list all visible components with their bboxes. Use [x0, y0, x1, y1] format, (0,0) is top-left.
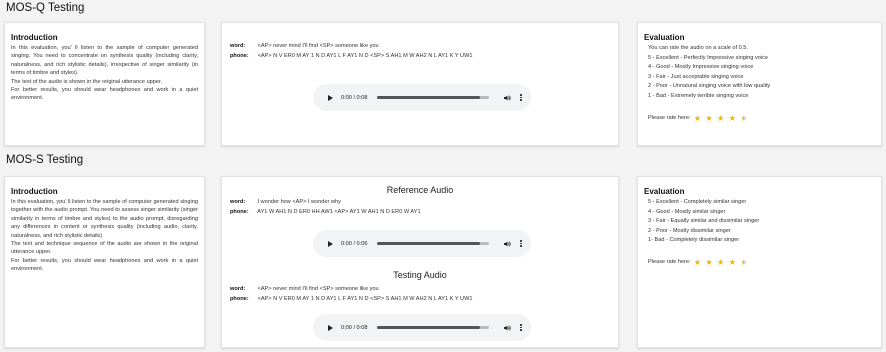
- evaluation-item: 4 - Good - Mostly similar singer: [648, 208, 726, 215]
- testing-audio-heading: Testing Audio: [393, 270, 447, 280]
- audio-time: 0:00 / 0:08: [341, 94, 368, 101]
- audio-progress-fill: [377, 326, 481, 329]
- more-vert-icon[interactable]: [520, 94, 523, 101]
- star-icon[interactable]: ★: [717, 258, 725, 267]
- volume-icon[interactable]: [503, 94, 512, 102]
- testing-phone-row: phone: <AP> N V ER0 M AY 1 N D AY1 L F A…: [230, 295, 473, 305]
- moss-intro-paragraph: For better results, you should wear head…: [11, 257, 198, 273]
- play-icon[interactable]: [328, 94, 333, 101]
- mosq-sample-card: word: <AP> never mind I'll find <SP> som…: [221, 22, 619, 146]
- star-rating[interactable]: ★ ★ ★ ★ ★: [694, 258, 752, 267]
- volume-icon[interactable]: [503, 324, 512, 332]
- star-rating[interactable]: ★ ★ ★ ★ ★: [694, 114, 752, 123]
- phone-value: <AP> N V ER0 M AY 1 N D AY1 L F AY1 N D …: [257, 52, 473, 59]
- evaluation-item: 3 - Fair - Just acceptable singing voice: [648, 73, 744, 80]
- moss-rate-row: Please rate here: ★ ★ ★ ★ ★: [644, 258, 875, 267]
- testing-word-row: word: <AP> never mind I'll find <SP> som…: [230, 285, 473, 295]
- evaluation-item: 2 - Poor - Mostly dissimilar singer: [648, 227, 731, 234]
- reference-word-row: word: I wonder how <AP> I wonder why: [230, 198, 421, 208]
- mosq-phone-row: phone: <AP> N V ER0 M AY 1 N D AY1 L F A…: [230, 52, 473, 62]
- mosq-intro-paragraph: The test of the audio is shown in the or…: [11, 78, 163, 85]
- more-vert-icon[interactable]: [520, 240, 523, 247]
- evaluation-item: 1- Bad - Completely dissimilar singer: [648, 237, 740, 244]
- mosq-section-title: MOS-Q Testing: [6, 2, 85, 14]
- audio-progress-fill: [377, 96, 481, 99]
- moss-evaluation-list: 5 - Excellent - Completely similar singe…: [644, 198, 875, 246]
- mosq-word-row: word: <AP> never mind I'll find <SP> som…: [230, 42, 473, 52]
- evaluation-item: 4 - Good - Mostly Impressive singing voi…: [648, 64, 754, 71]
- star-icon[interactable]: ★: [705, 114, 713, 123]
- mosq-evaluation-list: You can rate the audio on a scale of 0.5…: [644, 44, 875, 102]
- star-icon[interactable]: ★: [694, 114, 702, 123]
- mosq-evaluation-card: Evaluation You can rate the audio on a s…: [637, 22, 882, 146]
- mosq-audio-player[interactable]: 0:00 / 0:08: [313, 84, 531, 111]
- star-icon[interactable]: ★: [705, 258, 713, 267]
- phone-label: phone:: [230, 52, 249, 59]
- phone-label: phone:: [230, 295, 249, 302]
- phone-value: AY1 W AH1 N D ER0 HH AW1 <AP> AY1 W AH1 …: [257, 208, 421, 215]
- star-icon[interactable]: ★: [740, 258, 748, 267]
- moss-sample-card: Reference Audio word: I wonder how <AP> …: [221, 176, 619, 348]
- play-icon[interactable]: [328, 324, 333, 331]
- mosq-intro-title: Introduction: [11, 33, 58, 42]
- more-vert-icon[interactable]: [520, 324, 523, 331]
- moss-section-title: MOS-S Testing: [6, 154, 84, 166]
- moss-intro-title: Introduction: [11, 187, 58, 196]
- evaluation-item: 3 - Fair - Equally similar and dissimila…: [648, 218, 760, 225]
- audio-time: 0:00 / 0:08: [341, 324, 368, 331]
- audio-progress-fill: [377, 242, 481, 245]
- mosq-rate-row: Please rate here: ★ ★ ★ ★ ★: [644, 114, 875, 123]
- word-label: word:: [230, 199, 246, 205]
- evaluation-item: 1 - Bad - Extremely terrible singing voi…: [648, 93, 749, 100]
- mosq-intro-paragraph: For better results, you should wear head…: [11, 86, 198, 102]
- moss-evaluation-title: Evaluation: [644, 187, 685, 196]
- moss-intro-card: Introduction In this evaluation, you' ll…: [4, 176, 205, 348]
- reference-phone-row: phone: AY1 W AH1 N D ER0 HH AW1 <AP> AY1…: [230, 208, 421, 218]
- moss-evaluation-card: Evaluation 5 - Excellent - Completely si…: [637, 176, 882, 348]
- moss-intro-paragraph: The text and technique sequence of the a…: [11, 240, 198, 256]
- evaluation-item: 5 - Excellent - Perfectly Impressive sin…: [648, 54, 769, 61]
- mosq-evaluation-title: Evaluation: [644, 33, 685, 42]
- word-value: <AP> never mind I'll find <SP> someone l…: [257, 286, 379, 292]
- reference-audio-player[interactable]: 0:00 / 0:06: [313, 230, 531, 257]
- audio-progress-bar[interactable]: [377, 242, 490, 245]
- phone-label: phone:: [230, 208, 249, 215]
- star-icon[interactable]: ★: [694, 258, 702, 267]
- evaluation-item: 5 - Excellent - Completely similar singe…: [648, 199, 747, 205]
- rate-label: Please rate here:: [648, 259, 691, 266]
- audio-progress-bar[interactable]: [377, 326, 490, 329]
- testing-audio-player[interactable]: 0:00 / 0:08: [313, 314, 531, 341]
- word-label: word:: [230, 286, 246, 292]
- evaluation-item: You can rate the audio on a scale of 0.5…: [648, 45, 748, 51]
- word-value: I wonder how <AP> I wonder why: [257, 199, 341, 205]
- rate-label: Please rate here:: [648, 114, 691, 121]
- volume-icon[interactable]: [503, 240, 512, 248]
- mosq-intro-paragraph: In this evaluation, you' ll listen to th…: [11, 45, 198, 77]
- audio-time: 0:00 / 0:06: [341, 240, 368, 247]
- star-icon[interactable]: ★: [740, 114, 748, 123]
- audio-progress-bar[interactable]: [377, 96, 490, 99]
- star-icon[interactable]: ★: [717, 114, 725, 123]
- mosq-intro-card: Introduction In this evaluation, you' ll…: [4, 22, 205, 146]
- star-icon[interactable]: ★: [728, 258, 736, 267]
- word-value: <AP> never mind I'll find <SP> someone l…: [257, 43, 379, 49]
- play-icon[interactable]: [328, 240, 333, 247]
- star-icon[interactable]: ★: [728, 114, 736, 123]
- phone-value: <AP> N V ER0 M AY 1 N D AY1 L F AY1 N D …: [257, 295, 473, 302]
- reference-audio-heading: Reference Audio: [386, 185, 454, 195]
- moss-intro-paragraph: In this evaluation, you' ll listen to th…: [11, 199, 198, 239]
- word-label: word:: [230, 43, 246, 49]
- evaluation-item: 2 - Poor - Unnatural singing voice with …: [648, 83, 771, 90]
